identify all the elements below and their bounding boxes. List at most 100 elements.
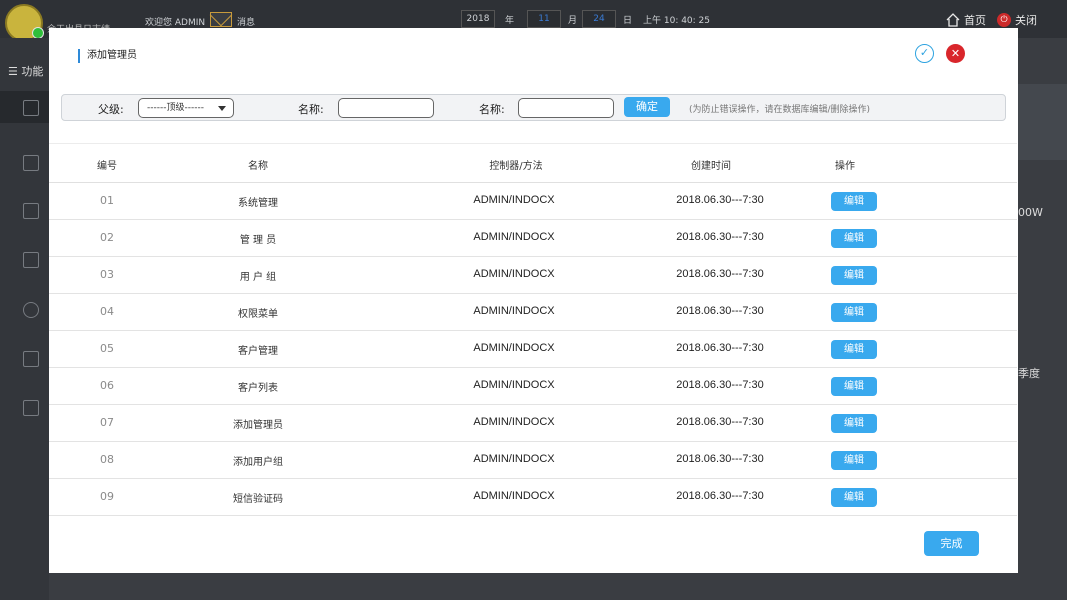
row-controller: ADMIN/INDOCX [473,490,555,502]
header-no: 编号 [97,161,117,172]
name-input-1[interactable] [338,98,434,118]
table-row: 04 权限菜单 ADMIN/INDOCX 2018.06.30---7:30 编… [49,294,1017,331]
row-number: 02 [100,231,114,244]
header-action: 操作 [835,161,855,172]
row-name: 短信验证码 [233,494,283,505]
year-unit: 年 [505,16,515,26]
folder-icon[interactable] [23,203,39,219]
list-icon[interactable] [23,252,39,268]
gear-icon[interactable] [23,302,39,318]
background-value: 00W [1018,206,1043,219]
row-created: 2018.06.30---7:30 [676,231,764,243]
table-row: 06 客户列表 ADMIN/INDOCX 2018.06.30---7:30 编… [49,368,1017,405]
row-name: 客户管理 [238,346,278,357]
row-created: 2018.06.30---7:30 [676,453,764,465]
edit-button[interactable]: 编辑 [831,266,877,285]
name-input-2[interactable] [518,98,614,118]
row-number: 06 [100,379,114,392]
table-row: 03 用 户 组 ADMIN/INDOCX 2018.06.30---7:30 … [49,257,1017,294]
calendar-icon[interactable] [23,351,39,367]
home-icon[interactable] [23,100,39,116]
row-created: 2018.06.30---7:30 [676,379,764,391]
parent-select[interactable]: ------顶级------ [138,98,234,118]
document-icon[interactable] [23,400,39,416]
edit-button[interactable]: 编辑 [831,303,877,322]
avatar[interactable] [5,4,44,42]
row-controller: ADMIN/INDOCX [473,231,555,243]
edit-button[interactable]: 编辑 [831,414,877,433]
clock-time: 上午 10: 40: 25 [643,16,711,26]
hint-text: (为防止错误操作，请在数据库编辑/删除操作) [689,105,871,115]
row-created: 2018.06.30---7:30 [676,490,764,502]
row-controller: ADMIN/INDOCX [473,268,555,280]
menu-label: 功能 [21,65,44,78]
power-icon: ⏻ [997,13,1011,27]
add-admin-modal: 添加管理员 ✓ ✕ 父级: ------顶级------ 名称: 名称: 确定 … [49,28,1018,573]
background-label: 季度 [1018,367,1040,380]
mail-icon[interactable] [210,12,232,27]
edit-button[interactable]: 编辑 [831,488,877,507]
row-name: 添加管理员 [233,420,283,431]
home-icon [946,13,960,27]
filter-bar: 父级: ------顶级------ 名称: 名称: 确定 (为防止错误操作，请… [61,94,1006,121]
header-created: 创建时间 [691,161,731,172]
row-created: 2018.06.30---7:30 [676,305,764,317]
day-unit: 日 [623,16,633,26]
table-row: 08 添加用户组 ADMIN/INDOCX 2018.06.30---7:30 … [49,442,1017,479]
messages-link[interactable]: 消息 [237,15,255,28]
table-row: 02 管 理 员 ADMIN/INDOCX 2018.06.30---7:30 … [49,220,1017,257]
row-number: 04 [100,305,114,318]
row-name: 客户列表 [238,383,278,394]
row-number: 05 [100,342,114,355]
edit-button[interactable]: 编辑 [831,451,877,470]
table-row: 07 添加管理员 ADMIN/INDOCX 2018.06.30---7:30 … [49,405,1017,442]
row-name: 管 理 员 [239,235,277,246]
parent-label: 父级: [98,103,124,116]
row-created: 2018.06.30---7:30 [676,194,764,206]
row-created: 2018.06.30---7:30 [676,416,764,428]
row-name: 用 户 组 [239,272,277,283]
row-name: 系统管理 [238,198,278,209]
edit-button[interactable]: 编辑 [831,229,877,248]
month-unit: 月 [568,16,578,26]
welcome-text: 欢迎您 ADMIN [145,18,206,28]
row-controller: ADMIN/INDOCX [473,416,555,428]
row-number: 01 [100,194,114,207]
monitor-icon[interactable] [23,155,39,171]
confirm-icon[interactable]: ✓ [915,44,934,63]
table-header: 编号 名称 控制器/方法 创建时间 操作 [49,143,1017,183]
edit-button[interactable]: 编辑 [831,340,877,359]
confirm-button[interactable]: 确定 [624,97,670,117]
row-number: 07 [100,416,114,429]
menu-table: 编号 名称 控制器/方法 创建时间 操作 01 系统管理 ADMIN/INDOC… [49,143,1018,516]
row-number: 03 [100,268,114,281]
row-controller: ADMIN/INDOCX [473,194,555,206]
logout-link[interactable]: ⏻ 关闭 [997,12,1037,28]
table-row: 09 短信验证码 ADMIN/INDOCX 2018.06.30---7:30 … [49,479,1017,516]
row-controller: ADMIN/INDOCX [473,305,555,317]
name-label-2: 名称: [479,103,505,116]
home-link[interactable]: 首页 [946,12,986,28]
header-name: 名称 [248,161,268,172]
row-controller: ADMIN/INDOCX [473,453,555,465]
done-button[interactable]: 完成 [924,531,979,556]
table-row: 05 客户管理 ADMIN/INDOCX 2018.06.30---7:30 编… [49,331,1017,368]
close-icon[interactable]: ✕ [946,44,965,63]
header-controller: 控制器/方法 [489,161,543,172]
day-field[interactable]: 24 [582,10,616,28]
month-field[interactable]: 11 [527,10,561,28]
row-controller: ADMIN/INDOCX [473,342,555,354]
modal-title: 添加管理员 [78,49,137,63]
table-body: 01 系统管理 ADMIN/INDOCX 2018.06.30---7:30 编… [49,183,1018,516]
menu-header[interactable]: ☰ 功能 [0,58,49,86]
row-number: 08 [100,453,114,466]
row-controller: ADMIN/INDOCX [473,379,555,391]
edit-button[interactable]: 编辑 [831,192,877,211]
logout-label: 关闭 [1015,14,1037,27]
row-number: 09 [100,490,114,503]
edit-button[interactable]: 编辑 [831,377,877,396]
year-field[interactable]: 2018 [461,10,495,28]
table-row: 01 系统管理 ADMIN/INDOCX 2018.06.30---7:30 编… [49,183,1017,220]
row-created: 2018.06.30---7:30 [676,268,764,280]
row-created: 2018.06.30---7:30 [676,342,764,354]
